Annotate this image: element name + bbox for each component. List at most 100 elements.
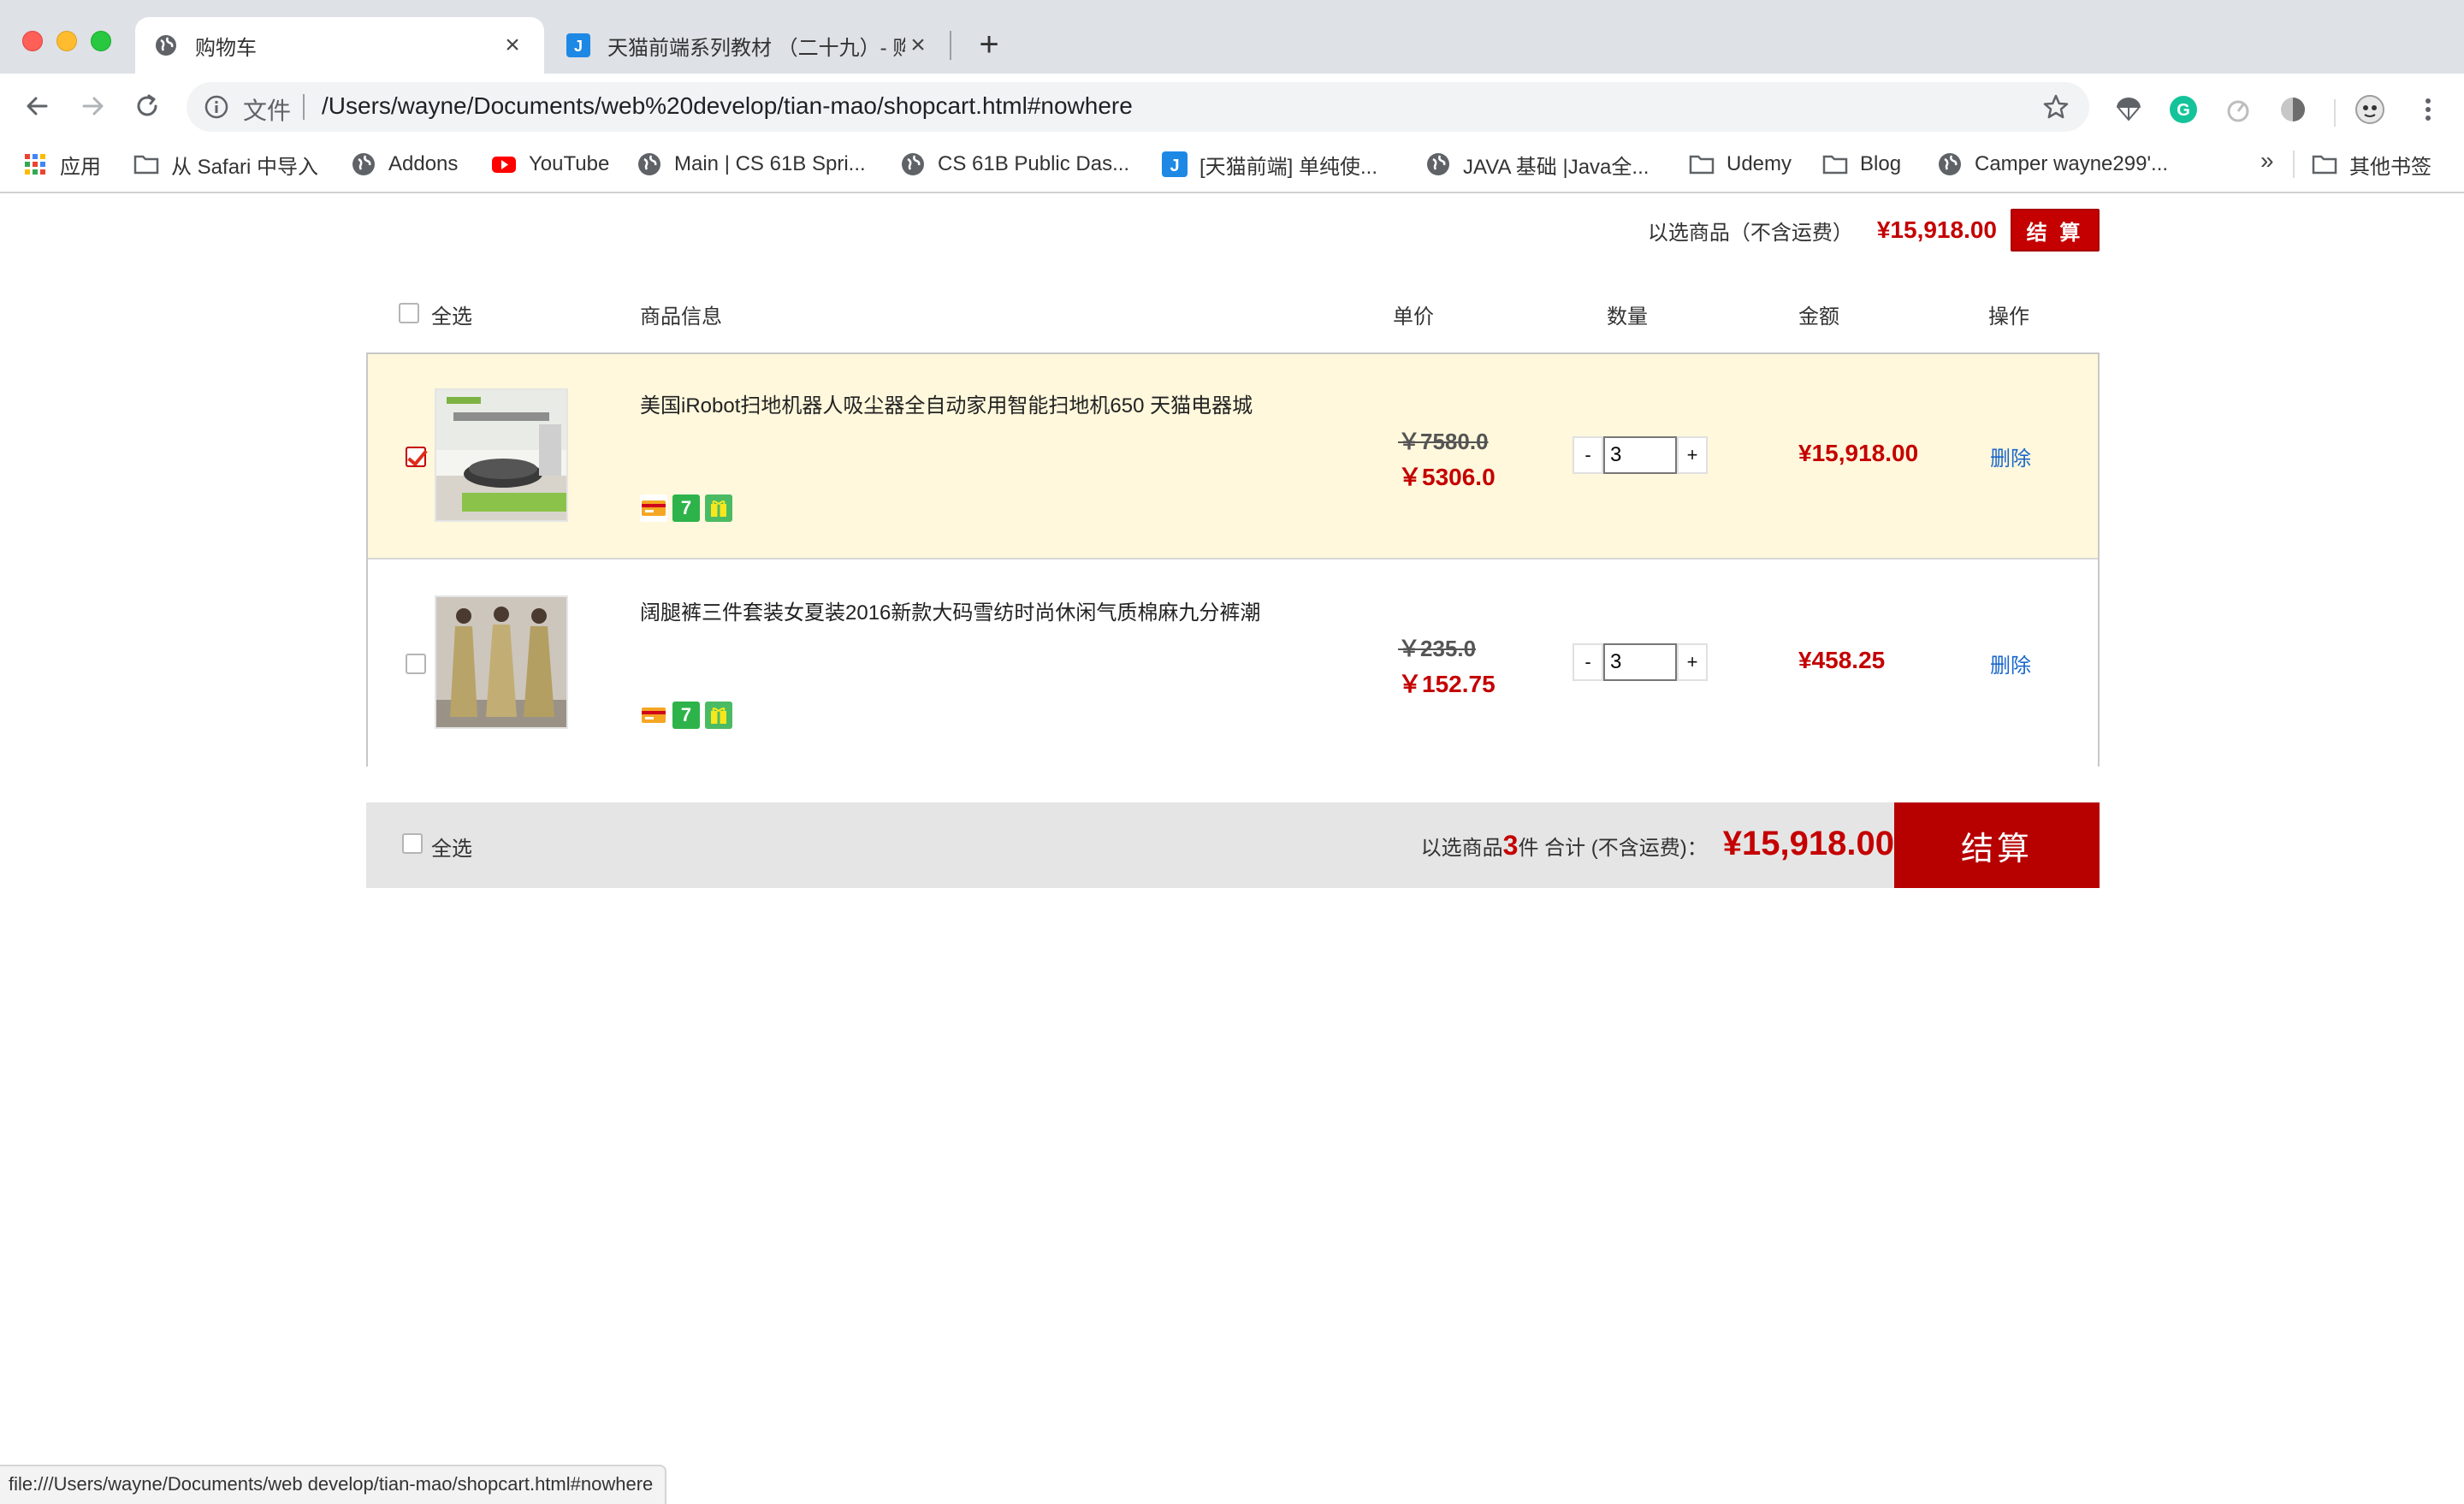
- toolbar-divider: [2334, 99, 2336, 127]
- reload-icon[interactable]: [130, 89, 164, 123]
- footer-select-all-checkbox[interactable]: [402, 833, 423, 858]
- parachute-extension-icon[interactable]: [2113, 94, 2144, 125]
- footer-suffix: 件 合计 (不含运费)：: [1518, 837, 1708, 860]
- bookmark-label: Camper wayne299'...: [1975, 152, 2169, 175]
- close-tab-icon[interactable]: ×: [905, 31, 931, 60]
- cart-row: 阔腿裤三件套装女夏装2016新款大码雪纺时尚休闲气质棉麻九分裤潮 7 ￥235.…: [368, 561, 2098, 767]
- quantity-input[interactable]: [1603, 436, 1677, 474]
- footer-item-count: 3: [1502, 830, 1519, 861]
- globe-icon: [352, 153, 375, 175]
- close-tab-icon[interactable]: ×: [500, 31, 525, 60]
- j-logo-icon: J: [1162, 151, 1188, 177]
- increase-quantity-button[interactable]: +: [1677, 436, 1708, 474]
- shopcart-page: 以选商品（不含运费） ¥15,918.00 结 算 全选 商品信息 单价 数量 …: [0, 193, 2464, 1504]
- bookmark-label: Addons: [388, 152, 459, 175]
- top-summary-amount: ¥15,918.00: [1876, 216, 1997, 243]
- star-bookmark-icon[interactable]: [2041, 92, 2070, 121]
- address-bar[interactable]: 文件 /Users/wayne/Documents/web%20develop/…: [187, 82, 2089, 132]
- bookmark-label: YouTube: [529, 152, 610, 175]
- gift-icon: [705, 494, 732, 522]
- item-subtotal: ¥15,918.00: [1798, 440, 1919, 466]
- original-price: ￥235.0: [1398, 636, 1477, 661]
- zoom-window-button[interactable]: [91, 31, 111, 51]
- globe-icon: [638, 153, 660, 175]
- quantity-input[interactable]: [1603, 643, 1677, 681]
- delete-link[interactable]: 删除: [1990, 441, 2031, 471]
- service-badges: 7: [640, 494, 732, 522]
- bookmark-camper[interactable]: Camper wayne299'...: [1937, 147, 2168, 181]
- bookmark-addons[interactable]: Addons: [351, 147, 458, 181]
- bookmark-udemy[interactable]: Udemy: [1689, 147, 1792, 181]
- tab-strip: 购物车 × J 天猫前端系列教材 （二十九）- 购 × +: [0, 0, 2464, 74]
- footer-select-all-label[interactable]: 全选: [431, 832, 472, 862]
- bookmark-cs61b-main[interactable]: Main | CS 61B Spri...: [637, 147, 866, 181]
- product-thumbnail-pants-set[interactable]: [435, 595, 568, 729]
- forward-arrow-icon[interactable]: [75, 89, 110, 123]
- select-all-checkbox[interactable]: [399, 303, 419, 329]
- folder-icon: [2312, 155, 2337, 175]
- bookmark-apps[interactable]: 应用: [22, 147, 101, 181]
- folder-icon: [1822, 155, 1848, 175]
- bookmark-cs61b-dashboard[interactable]: CS 61B Public Das...: [900, 147, 1129, 181]
- cart-row: 美国iRobot扫地机器人吸尘器全自动家用智能扫地机650 天猫电器城 7 ￥7…: [368, 354, 2098, 560]
- new-tab-button[interactable]: +: [972, 24, 1006, 65]
- checkout-button[interactable]: 结算: [1894, 802, 2100, 888]
- bookmark-label: 从 Safari 中导入: [171, 155, 319, 179]
- bookmark-blog[interactable]: Blog: [1822, 147, 1901, 181]
- minimize-window-button[interactable]: [56, 31, 77, 51]
- header-amount: 金额: [1798, 305, 1839, 329]
- product-name[interactable]: 美国iRobot扫地机器人吸尘器全自动家用智能扫地机650 天猫电器城: [640, 388, 1253, 418]
- item-checkbox[interactable]: [406, 654, 426, 678]
- cart-header: 全选 商品信息 单价 数量 金额 操作: [366, 287, 2100, 352]
- bookmark-other[interactable]: 其他书签: [2312, 147, 2431, 181]
- speed-extension-icon[interactable]: [2223, 94, 2254, 125]
- svg-text:G: G: [2177, 101, 2190, 120]
- globe-icon: [1939, 153, 1961, 175]
- increase-quantity-button[interactable]: +: [1677, 643, 1708, 681]
- product-name[interactable]: 阔腿裤三件套装女夏装2016新款大码雪纺时尚休闲气质棉麻九分裤潮: [640, 595, 1260, 625]
- top-summary: 以选商品（不含运费） ¥15,918.00 结 算: [1648, 209, 2100, 252]
- browser-chrome: 购物车 × J 天猫前端系列教材 （二十九）- 购 × + 文件 /Users/…: [0, 0, 2464, 193]
- url-text[interactable]: /Users/wayne/Documents/web%20develop/tia…: [322, 92, 1133, 120]
- top-checkout-button[interactable]: 结 算: [2011, 209, 2100, 252]
- tab-shopcart[interactable]: 购物车 ×: [135, 17, 544, 74]
- footer-total: ¥15,918.00: [1722, 825, 1894, 862]
- original-price: ￥7580.0: [1398, 429, 1489, 454]
- header-product-info: 商品信息: [640, 305, 722, 329]
- menu-kebab-icon[interactable]: [2413, 94, 2443, 125]
- folder-icon: [133, 155, 159, 175]
- bookmark-safari-import[interactable]: 从 Safari 中导入: [133, 147, 318, 181]
- footer-prefix: 以选商品: [1420, 837, 1503, 860]
- close-window-button[interactable]: [22, 31, 43, 51]
- profile-avatar-icon[interactable]: [2354, 94, 2385, 125]
- item-checkbox[interactable]: [406, 447, 426, 471]
- info-icon[interactable]: [204, 94, 229, 120]
- svg-text:J: J: [1170, 157, 1179, 175]
- cart-items: 美国iRobot扫地机器人吸尘器全自动家用智能扫地机650 天猫电器城 7 ￥7…: [366, 352, 2100, 767]
- bookmark-java[interactable]: JAVA 基础 |Java全...: [1425, 147, 1649, 181]
- product-thumbnail-robot-vacuum[interactable]: [435, 388, 568, 522]
- bookmarks-overflow-chevron[interactable]: »: [2260, 147, 2274, 175]
- delete-link[interactable]: 删除: [1990, 648, 2031, 678]
- apps-grid-icon: [25, 154, 45, 175]
- gift-icon: [705, 702, 732, 729]
- bookmark-label: [天猫前端] 单纯使...: [1199, 155, 1378, 179]
- back-arrow-icon[interactable]: [21, 89, 55, 123]
- tab-tianmao-tutorial[interactable]: J 天猫前端系列教材 （二十九）- 购 ×: [548, 17, 950, 74]
- decrease-quantity-button[interactable]: -: [1573, 436, 1603, 474]
- j-logo-icon: J: [566, 33, 590, 57]
- select-all-label[interactable]: 全选: [431, 299, 472, 329]
- seven-day-return-icon: 7: [672, 702, 700, 729]
- bookmark-youtube[interactable]: YouTube: [491, 147, 609, 181]
- decrease-quantity-button[interactable]: -: [1573, 643, 1603, 681]
- bookmark-tianmao[interactable]: J [天猫前端] 单纯使...: [1162, 147, 1377, 181]
- bookmark-label: 其他书签: [2349, 155, 2431, 179]
- quantity-stepper: - +: [1573, 435, 1708, 476]
- half-circle-extension-icon[interactable]: [2277, 94, 2308, 125]
- folder-icon: [1689, 155, 1715, 175]
- grammarly-icon[interactable]: G: [2168, 94, 2199, 125]
- header-quantity: 数量: [1607, 305, 1648, 329]
- bookmark-label: Main | CS 61B Spri...: [674, 152, 866, 175]
- bookmarks-bar: 应用 从 Safari 中导入 Addons YouTube Main | CS…: [0, 139, 2464, 193]
- footer-summary: 以选商品 3 件 合计 (不含运费)： ¥15,918.00: [1421, 825, 1894, 863]
